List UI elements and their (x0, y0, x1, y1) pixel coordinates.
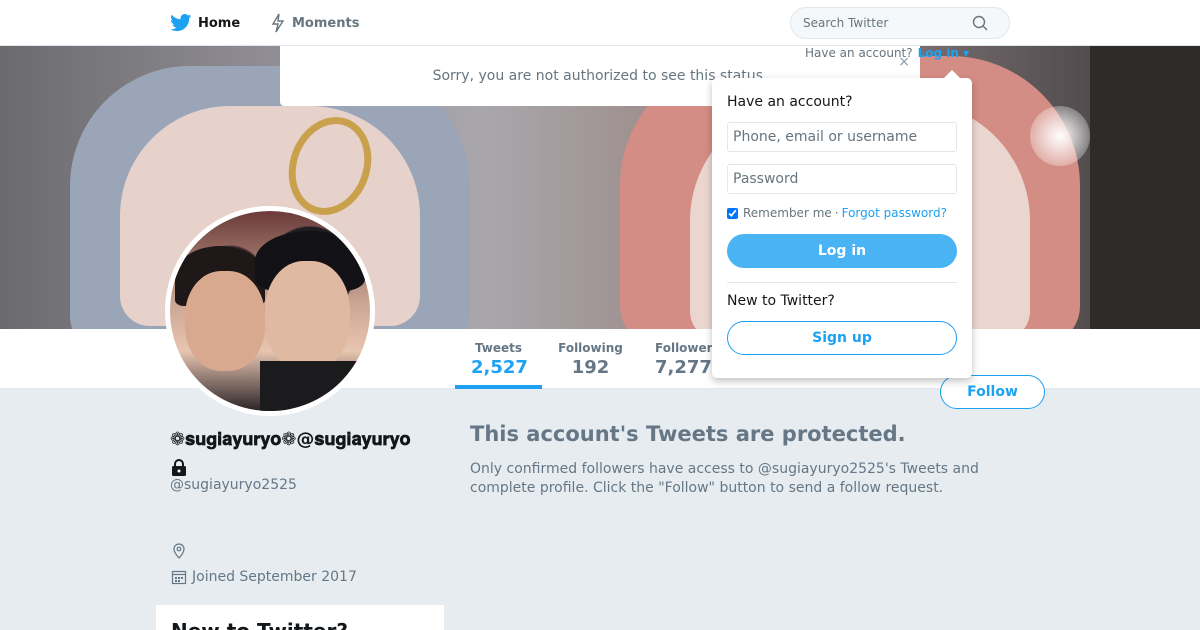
profile-name-block: ❁𝐬𝐮𝐠𝐢𝐚𝐲𝐮𝐫𝐲𝐨❁@𝐬𝐮𝐠𝐢𝐚𝐲𝐮𝐫𝐲𝐨 (170, 426, 430, 482)
stat-following-label: Following (558, 341, 623, 355)
protected-heading: This account's Tweets are protected. (470, 422, 906, 446)
password-field[interactable] (727, 164, 957, 194)
location-icon (173, 543, 185, 559)
stat-tweets-label: Tweets (474, 341, 523, 355)
profile-name[interactable]: ❁𝐬𝐮𝐠𝐢𝐚𝐲𝐮𝐫𝐲𝐨❁@𝐬𝐮𝐠𝐢𝐚𝐲𝐮𝐫𝐲𝐨 (170, 429, 411, 450)
stat-following-value: 192 (571, 357, 610, 378)
avatar-shape (185, 271, 265, 371)
joined-date: Joined September 2017 (192, 569, 357, 585)
search-input[interactable] (803, 16, 971, 30)
separator-dot: · (834, 206, 839, 220)
joined-date-row: Joined September 2017 (171, 569, 357, 585)
remember-me-checkbox[interactable] (727, 207, 738, 219)
new-to-twitter-title: New to Twitter? (171, 619, 429, 630)
login-dropdown-toggle[interactable]: Log in ▾ (918, 46, 970, 60)
profile-handle[interactable]: @sugiayuryo2525 (170, 477, 297, 493)
avatar-shape (260, 361, 370, 411)
dropdown-caret (944, 70, 960, 78)
username-field[interactable] (727, 122, 957, 152)
stat-followers-value: 7,277 (655, 357, 712, 378)
search-box (790, 7, 1010, 39)
lock-icon (172, 459, 186, 476)
divider (727, 282, 957, 283)
avatar-shape (265, 261, 350, 371)
new-to-twitter-card: New to Twitter? (156, 605, 444, 630)
moments-bolt-icon (271, 13, 285, 33)
search-icon[interactable] (971, 14, 989, 32)
chevron-down-icon: ▾ (963, 46, 970, 60)
stat-tweets-value: 2,527 (471, 357, 528, 378)
calendar-icon (171, 570, 187, 585)
banner-shape (1090, 46, 1200, 329)
twitter-bird-icon (170, 14, 192, 32)
banner-glow (1030, 106, 1090, 166)
login-button[interactable]: Log in (727, 234, 957, 268)
nav-moments[interactable]: Moments (270, 0, 359, 46)
forgot-password-link[interactable]: Forgot password? (842, 206, 947, 220)
login-link-label: Log in (917, 46, 959, 60)
remember-me-label[interactable]: Remember me (743, 206, 832, 220)
nav-home[interactable]: Home (170, 0, 240, 46)
login-heading: Have an account? (727, 94, 853, 110)
protected-account-notice: This account's Tweets are protected. Onl… (470, 422, 1010, 498)
login-trigger: Have an account? Log in ▾ (805, 46, 969, 60)
signup-button[interactable]: Sign up (727, 321, 957, 355)
nav-home-label: Home (198, 15, 241, 31)
avatar[interactable] (165, 206, 375, 416)
protected-body: Only confirmed followers have access to … (470, 461, 979, 496)
stat-following[interactable]: Following 192 (542, 329, 639, 389)
stat-tweets[interactable]: Tweets 2,527 (455, 329, 542, 389)
stat-followers-label: Followers (655, 341, 720, 355)
nav-moments-label: Moments (292, 15, 360, 31)
top-navigation-bar: Home Moments (0, 0, 1200, 46)
login-dropdown: Have an account? Remember me · Forgot pa… (712, 70, 972, 378)
remember-row: Remember me · Forgot password? (727, 206, 957, 220)
follow-button[interactable]: Follow (940, 375, 1045, 409)
have-account-text: Have an account? (805, 46, 913, 60)
new-to-twitter-text: New to Twitter? (727, 293, 835, 309)
